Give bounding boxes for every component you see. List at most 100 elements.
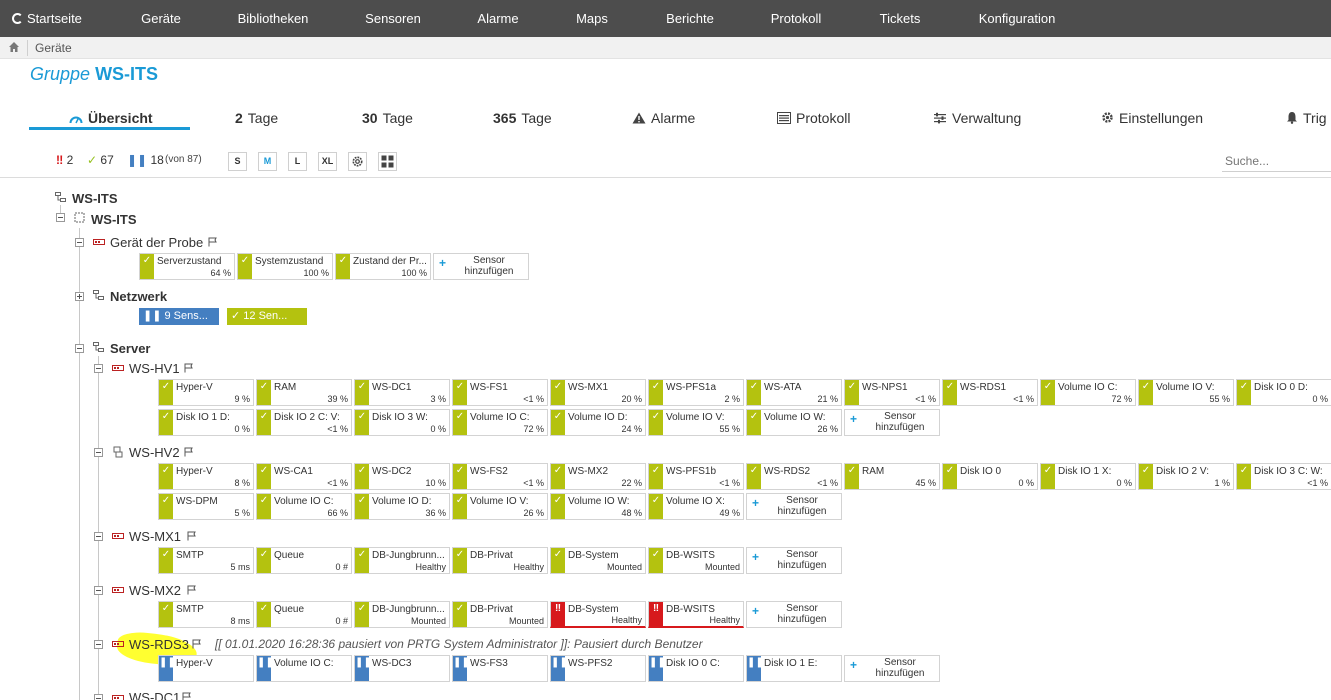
- tree-device-ws-hv2[interactable]: WS-HV2: [129, 445, 180, 460]
- collapse-toggle[interactable]: [94, 364, 103, 373]
- sensor-tile[interactable]: ✓ SMTP 8 ms: [158, 601, 254, 628]
- sensor-tile[interactable]: ✓ Volume IO C: 72 %: [452, 409, 548, 436]
- sensor-tile[interactable]: ✓ WS-CA1 <1 %: [256, 463, 352, 490]
- collapse-toggle[interactable]: [94, 586, 103, 595]
- sensor-tile[interactable]: ✓ Disk IO 0 D: 0 %: [1236, 379, 1331, 406]
- add-sensor-button[interactable]: + Sensor hinzufügen: [844, 409, 940, 436]
- sensor-tile[interactable]: ✓ Queue 0 #: [256, 601, 352, 628]
- network-up-summary[interactable]: ✓ 12 Sen...: [227, 308, 307, 325]
- sensor-tile[interactable]: ✓ Hyper-V 8 %: [158, 463, 254, 490]
- nav-tickets[interactable]: Tickets: [880, 0, 921, 37]
- sensor-tile[interactable]: ✓ Volume IO V: 55 %: [648, 409, 744, 436]
- sensor-tile[interactable]: ✓ Hyper-V 9 %: [158, 379, 254, 406]
- sensor-tile[interactable]: ✓ Volume IO X: 49 %: [648, 493, 744, 520]
- tree-group-server[interactable]: Server: [110, 341, 150, 356]
- nav-maps[interactable]: Maps: [576, 0, 608, 37]
- sensor-tile[interactable]: ✓ RAM 39 %: [256, 379, 352, 406]
- sensor-tile[interactable]: ✓ WS-RDS2 <1 %: [746, 463, 842, 490]
- sensor-tile[interactable]: ✓ RAM 45 %: [844, 463, 940, 490]
- sensor-tile[interactable]: ✓ Volume IO W: 26 %: [746, 409, 842, 436]
- flag-icon[interactable]: [187, 585, 197, 595]
- nav-sensors[interactable]: Sensoren: [365, 0, 421, 37]
- tree-probe-device[interactable]: Gerät der Probe: [110, 235, 203, 250]
- tab-overview[interactable]: Übersicht: [69, 110, 153, 126]
- sensor-tile[interactable]: ✓ SMTP 5 ms: [158, 547, 254, 574]
- add-sensor-button[interactable]: + Sensor hinzufügen: [746, 547, 842, 574]
- sensor-tile[interactable]: ✓ Disk IO 2 C: V: <1 %: [256, 409, 352, 436]
- nav-devices[interactable]: Geräte: [141, 0, 181, 37]
- sensor-tile[interactable]: ❚❚ WS-PFS2: [550, 655, 646, 682]
- sensor-tile[interactable]: ✓ Volume IO V: 55 %: [1138, 379, 1234, 406]
- sensor-tile[interactable]: ✓ Systemzustand 100 %: [237, 253, 333, 280]
- sensor-tile[interactable]: ✓ DB-Jungbrunn... Mounted: [354, 601, 450, 628]
- collapse-toggle[interactable]: [94, 532, 103, 541]
- tab-triggers[interactable]: Trig: [1286, 110, 1327, 126]
- tree-group-network[interactable]: Netzwerk: [110, 289, 167, 304]
- collapse-toggle[interactable]: [75, 344, 84, 353]
- flag-icon[interactable]: [182, 692, 192, 700]
- grid-view-button[interactable]: [378, 152, 397, 171]
- sensor-tile[interactable]: ✓ Volume IO C: 72 %: [1040, 379, 1136, 406]
- size-l-button[interactable]: L: [288, 152, 307, 171]
- sensor-tile[interactable]: ✓ Volume IO D: 24 %: [550, 409, 646, 436]
- sensor-tile[interactable]: ✓ WS-FS1 <1 %: [452, 379, 548, 406]
- add-sensor-button[interactable]: + Sensor hinzufügen: [433, 253, 529, 280]
- network-paused-summary[interactable]: ❚❚ 9 Sens...: [139, 308, 219, 325]
- sensor-tile[interactable]: ❚❚ Volume IO C:: [256, 655, 352, 682]
- nav-home[interactable]: Startseite: [12, 0, 82, 37]
- sensor-tile[interactable]: ✓ Disk IO 2 V: 1 %: [1138, 463, 1234, 490]
- sensor-tile[interactable]: ✓ WS-DPM 5 %: [158, 493, 254, 520]
- view-settings-button[interactable]: [348, 152, 367, 171]
- nav-libraries[interactable]: Bibliotheken: [238, 0, 309, 37]
- size-m-button[interactable]: M: [258, 152, 277, 171]
- sensor-tile[interactable]: ✓ WS-DC1 3 %: [354, 379, 450, 406]
- sensor-tile[interactable]: ✓ DB-WSITS Mounted: [648, 547, 744, 574]
- sensor-tile[interactable]: ✓ DB-Privat Mounted: [452, 601, 548, 628]
- sensor-tile[interactable]: ✓ Volume IO W: 48 %: [550, 493, 646, 520]
- tree-device-ws-rds3[interactable]: WS-RDS3: [129, 637, 189, 652]
- home-icon[interactable]: [8, 41, 20, 53]
- add-sensor-button[interactable]: + Sensor hinzufügen: [844, 655, 940, 682]
- add-sensor-button[interactable]: + Sensor hinzufügen: [746, 493, 842, 520]
- tree-device-ws-mx2[interactable]: WS-MX2: [129, 583, 181, 598]
- collapse-toggle[interactable]: [56, 213, 65, 222]
- sensor-tile[interactable]: ✓ Serverzustand 64 %: [139, 253, 235, 280]
- tree-device-ws-hv1[interactable]: WS-HV1: [129, 361, 180, 376]
- paused-sensor-count[interactable]: ❚❚ 18: [127, 153, 164, 167]
- sensor-tile[interactable]: ✓ Queue 0 #: [256, 547, 352, 574]
- sensor-tile[interactable]: ✓ WS-DC2 10 %: [354, 463, 450, 490]
- sensor-tile[interactable]: ✓ WS-MX1 20 %: [550, 379, 646, 406]
- expand-toggle[interactable]: [75, 292, 84, 301]
- sensor-tile[interactable]: ✓ Disk IO 3 W: 0 %: [354, 409, 450, 436]
- nav-configuration[interactable]: Konfiguration: [979, 0, 1056, 37]
- collapse-toggle[interactable]: [94, 448, 103, 457]
- collapse-toggle[interactable]: [75, 238, 84, 247]
- tree-device-ws-mx1[interactable]: WS-MX1: [129, 529, 181, 544]
- tree-probe[interactable]: WS-ITS: [91, 212, 137, 227]
- tree-device-ws-dc1[interactable]: WS-DC1: [129, 690, 180, 700]
- tab-management[interactable]: Verwaltung: [933, 110, 1021, 126]
- tab-log[interactable]: Protokoll: [777, 110, 850, 126]
- sensor-tile[interactable]: ✓ Volume IO D: 36 %: [354, 493, 450, 520]
- flag-icon[interactable]: [187, 531, 197, 541]
- breadcrumb-current[interactable]: Geräte: [35, 41, 72, 55]
- down-sensor-count[interactable]: ‼ 2: [56, 153, 73, 167]
- nav-log[interactable]: Protokoll: [771, 0, 822, 37]
- sensor-tile[interactable]: ✓ DB-System Mounted: [550, 547, 646, 574]
- sensor-tile[interactable]: ✓ Disk IO 1 X: 0 %: [1040, 463, 1136, 490]
- tab-settings[interactable]: Einstellungen: [1101, 110, 1203, 126]
- sensor-tile[interactable]: ✓ DB-Jungbrunn... Healthy: [354, 547, 450, 574]
- sensor-tile[interactable]: ✓ DB-Privat Healthy: [452, 547, 548, 574]
- size-s-button[interactable]: S: [228, 152, 247, 171]
- tab-2-days[interactable]: 2 Tage: [235, 110, 278, 126]
- nav-reports[interactable]: Berichte: [666, 0, 714, 37]
- tab-30-days[interactable]: 30 Tage: [362, 110, 413, 126]
- search-input[interactable]: [1222, 150, 1331, 172]
- nav-alarms[interactable]: Alarme: [477, 0, 518, 37]
- sensor-tile[interactable]: ✓ WS-PFS1a 2 %: [648, 379, 744, 406]
- sensor-tile[interactable]: ✓ Volume IO C: 66 %: [256, 493, 352, 520]
- sensor-tile[interactable]: ✓ WS-ATA 21 %: [746, 379, 842, 406]
- sensor-tile[interactable]: ✓ Disk IO 1 D: 0 %: [158, 409, 254, 436]
- sensor-tile[interactable]: ✓ Zustand der Pr... 100 %: [335, 253, 431, 280]
- flag-icon[interactable]: [192, 639, 202, 649]
